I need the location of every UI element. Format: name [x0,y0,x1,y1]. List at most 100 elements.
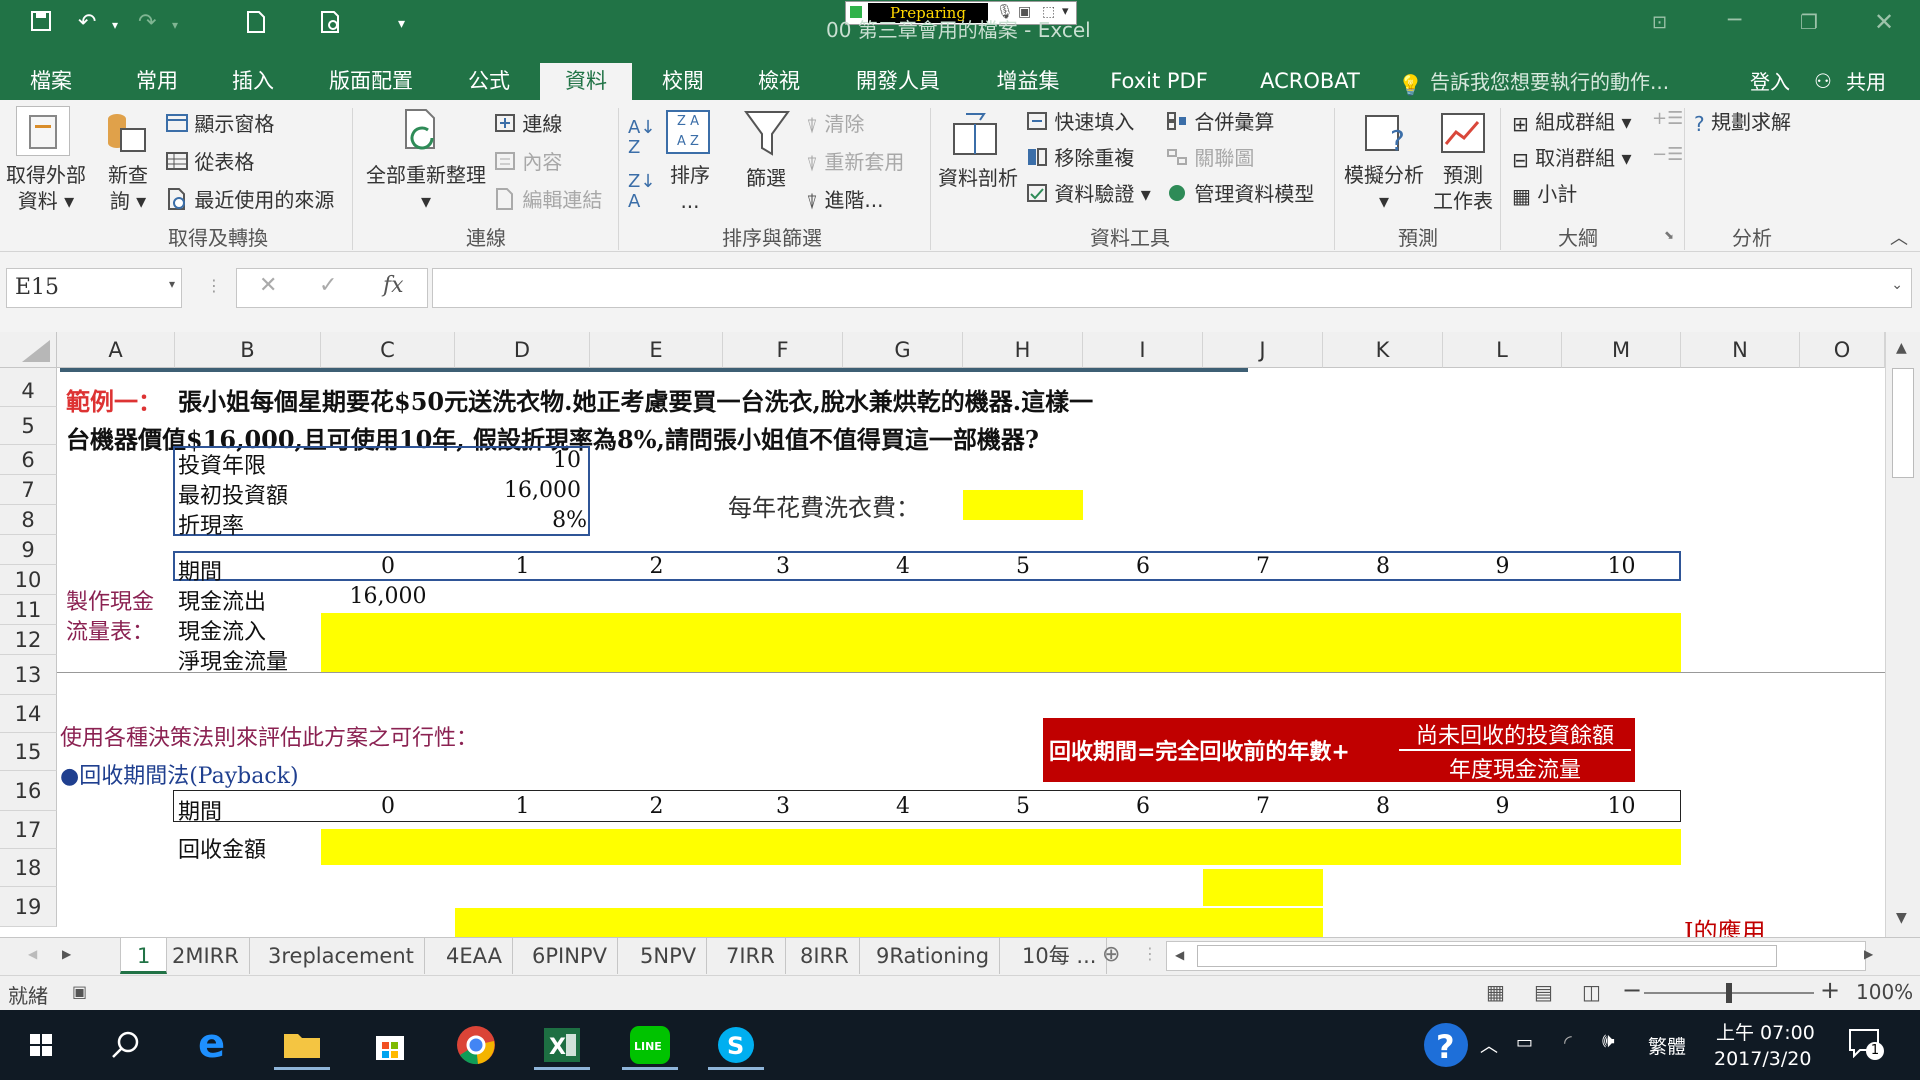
horizontal-scroll-thumb[interactable] [1197,945,1777,967]
sheet-tab-1[interactable]: 1 [120,938,168,974]
clock-time[interactable]: 上午 07:00 [1716,1018,1815,1045]
wifi-icon[interactable]: ◜ [1564,1030,1572,1054]
normal-view-icon[interactable]: ▦ [1486,980,1505,1004]
sort-button[interactable]: 排序... [656,162,724,214]
edge-icon[interactable]: e [186,1020,242,1070]
tab-review[interactable]: 校閱 [650,63,716,100]
period-cell[interactable]: 2 [590,554,723,579]
zoom-in-icon[interactable]: + [1820,976,1840,1004]
minimize-icon[interactable]: ─ [1728,8,1741,33]
sheet-tab-5npv[interactable]: 5NPV [630,938,708,974]
add-sheet-icon[interactable]: ⊕ [1102,942,1120,967]
sort-az-icon[interactable]: A↓ Z [628,118,655,158]
vertical-scrollbar[interactable]: ▲ ▼ [1885,332,1920,937]
expand-formula-icon[interactable]: ⌄ [1891,277,1903,293]
column-header-e[interactable]: E [590,332,723,368]
tab-foxit[interactable]: Foxit PDF [1104,63,1214,100]
scroll-left-icon[interactable]: ◀ [1175,948,1184,962]
filter-button[interactable]: 篩選 [730,162,802,191]
tab-home[interactable]: 常用 [124,63,190,100]
solver-button[interactable]: ? 規劃求解 [1694,106,1791,136]
vertical-scroll-thumb[interactable] [1892,368,1914,478]
payback-calc-area[interactable] [455,908,1323,937]
sheet-tab-10[interactable]: 10每 ... [1012,938,1108,974]
sheet-tab-7irr[interactable]: 7IRR [716,938,786,974]
what-if-button[interactable]: 模擬分析 ▾ [1340,162,1428,214]
column-header-b[interactable]: B [175,332,321,368]
tab-acrobat[interactable]: ACROBAT [1250,63,1370,100]
period-cell[interactable]: 1 [455,794,590,819]
cashflow-input-area[interactable] [321,613,1681,673]
column-header-m[interactable]: M [1562,332,1681,368]
row-header-8[interactable]: 8 [0,505,57,535]
zoom-slider-thumb[interactable] [1726,983,1732,1003]
consolidate-button[interactable]: 合併彙算 [1166,106,1274,136]
column-header-d[interactable]: D [455,332,590,368]
advanced-filter-button[interactable]: ⍒ 進階... [806,184,883,214]
insert-function-icon[interactable]: fx [383,273,404,298]
new-query-button[interactable]: 新查詢 ▾ [96,162,160,214]
tab-formulas[interactable]: 公式 [456,63,522,100]
row-header-16[interactable]: 16 [0,771,57,811]
row-header-17[interactable]: 17 [0,811,57,849]
sheet-tab-9rationing[interactable]: 9Rationing [866,938,1001,974]
group-button[interactable]: ⊞ 組成群組 ▾ [1512,106,1632,136]
period-cell[interactable]: 10 [1562,794,1681,819]
period-cell[interactable]: 9 [1443,554,1562,579]
tab-addins[interactable]: 增益集 [984,63,1072,100]
tab-file[interactable]: 檔案 [18,63,84,100]
undo-dropdown-icon[interactable]: ▾ [112,18,118,32]
discount-rate-value[interactable]: 8% [455,508,587,533]
row-header-12[interactable]: 12 [0,625,57,655]
column-header-l[interactable]: L [1443,332,1562,368]
next-sheet-icon[interactable]: ▶ [62,947,71,961]
close-icon[interactable]: ✕ [1874,8,1894,36]
row-header-9[interactable]: 9 [0,535,57,565]
column-header-o[interactable]: O [1800,332,1885,368]
tab-page-layout[interactable]: 版面配置 [316,63,426,100]
data-validation-button[interactable]: 資料驗證 ▾ [1026,178,1151,208]
ime-indicator[interactable]: 繁體 [1648,1032,1686,1059]
period-cell[interactable]: 10 [1562,554,1681,579]
file-explorer-icon[interactable] [274,1020,330,1070]
remove-duplicates-button[interactable]: 移除重複 [1026,142,1134,172]
period-cell[interactable]: 7 [1203,554,1323,579]
period-cell[interactable]: 1 [455,554,590,579]
flash-fill-button[interactable]: 快速填入 [1026,106,1134,136]
scroll-up-icon[interactable]: ▲ [1896,340,1907,356]
period-cell[interactable]: 5 [963,794,1083,819]
tab-insert[interactable]: 插入 [220,63,286,100]
row-header-4[interactable]: 4 [0,368,57,407]
name-box-dropdown-icon[interactable]: ▾ [169,277,175,291]
column-header-k[interactable]: K [1323,332,1443,368]
store-icon[interactable] [362,1020,418,1070]
row-header-13[interactable]: 13 [0,655,57,695]
undo-icon[interactable]: ↶ [78,10,96,35]
get-external-data-button[interactable]: 取得外部 資料 ▾ [0,162,92,214]
period-cell[interactable]: 3 [723,554,843,579]
sheet-tab-6pinpv[interactable]: 6PINPV [522,938,618,974]
sheet-tab-3replacement[interactable]: 3replacement [258,938,425,974]
search-icon[interactable] [98,1020,154,1070]
row-header-10[interactable]: 10 [0,565,57,595]
start-windows-icon[interactable] [14,1020,70,1070]
period-cell[interactable]: 4 [843,554,963,579]
text-to-columns-button[interactable]: 資料剖析 [934,162,1022,191]
investment-years-value[interactable]: 10 [455,448,581,473]
scroll-down-icon[interactable]: ▼ [1896,910,1907,926]
show-queries-button[interactable]: 顯示窗格 [166,108,274,138]
period-cell[interactable]: 2 [590,794,723,819]
horizontal-scrollbar[interactable]: ◀ [1166,941,1866,971]
subtotal-button[interactable]: ▦ 小計 [1512,178,1577,208]
collapse-ribbon-icon[interactable]: ︿ [1890,224,1908,250]
volume-icon[interactable]: 🕪 [1602,1028,1615,1052]
line-icon[interactable]: LINE [622,1020,678,1070]
period-cell[interactable]: 0 [321,794,455,819]
tab-split-icon[interactable]: ⋮ [1142,944,1158,963]
period-cell[interactable]: 6 [1083,794,1203,819]
recovered-amount-area[interactable] [321,829,1681,865]
column-header-g[interactable]: G [843,332,963,368]
name-box[interactable]: E15 ▾ [6,268,182,308]
payback-year-cell[interactable] [1203,869,1323,906]
row-header-6[interactable]: 6 [0,445,57,475]
